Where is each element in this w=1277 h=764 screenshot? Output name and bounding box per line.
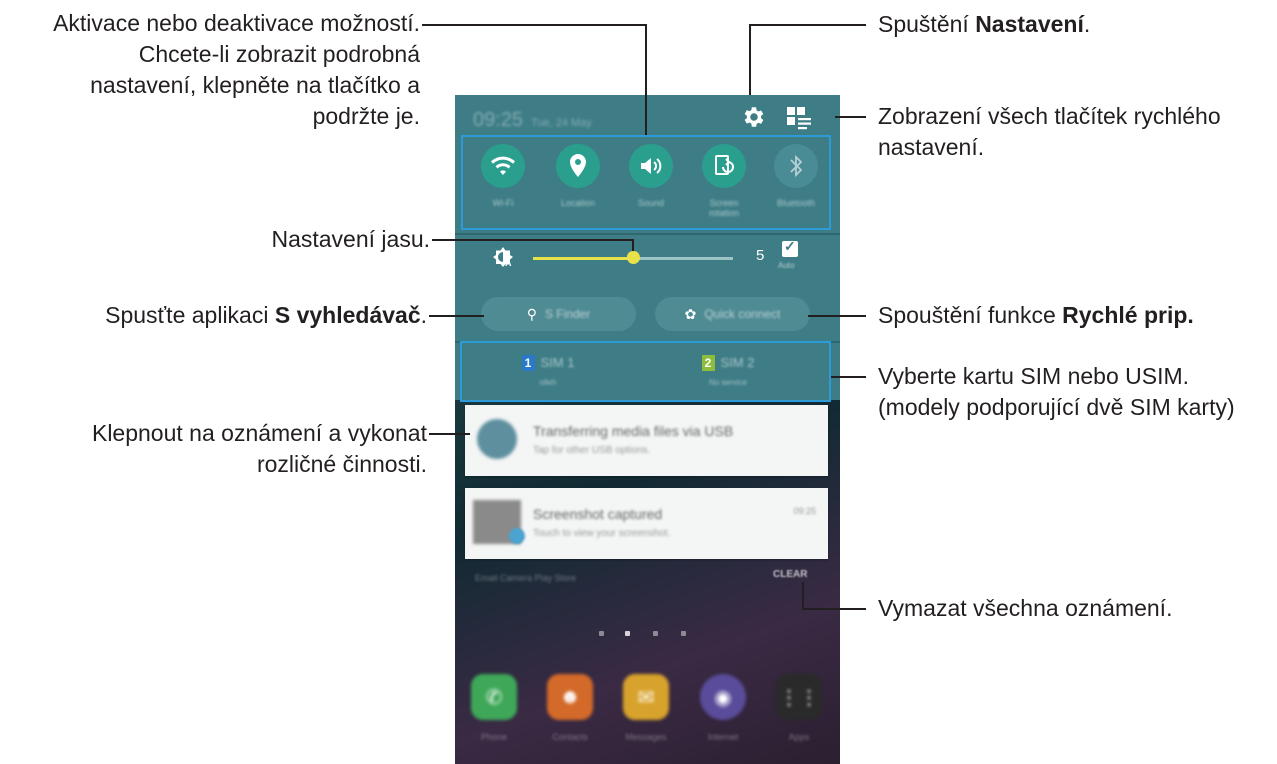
callout-line: Aktivace nebo deaktivace možností. bbox=[53, 10, 420, 36]
apps-icon: ⋮⋮ bbox=[779, 686, 819, 709]
status-date: Tue, 24 May bbox=[531, 117, 592, 129]
callout-line: (modely podporující dvě SIM karty) bbox=[878, 394, 1235, 420]
svg-text:A: A bbox=[505, 258, 512, 268]
contacts-app[interactable]: ☻ bbox=[547, 674, 593, 720]
quick-connect-button[interactable]: ✿ Quick connect bbox=[655, 297, 810, 331]
internet-icon: ◉ bbox=[714, 686, 732, 709]
clear-notifications-button[interactable]: CLEAR bbox=[773, 569, 807, 580]
callout-line: Vyberte kartu SIM nebo USIM. bbox=[878, 363, 1190, 389]
app-label: Phone bbox=[480, 732, 508, 742]
app-dock: ✆ Phone ☻ Contacts ✉ Messages ◉ Internet… bbox=[455, 670, 840, 764]
callout-toggle-options: Aktivace nebo deaktivace možností. Chcet… bbox=[53, 8, 420, 132]
callout-line: nastavení. bbox=[878, 134, 985, 160]
messages-app[interactable]: ✉ bbox=[623, 674, 669, 720]
callout-quick-connect: Spouštění funkce Rychlé prip. bbox=[878, 300, 1194, 331]
s-finder-label: S Finder bbox=[544, 307, 591, 321]
phone-icon: ✆ bbox=[485, 686, 503, 709]
page-indicator bbox=[595, 629, 705, 639]
callout-line: nastavení, klepněte na tlačítko a bbox=[90, 72, 420, 98]
notification-subtitle: Touch to view your screenshot. bbox=[533, 528, 671, 539]
highlight-quick-settings bbox=[461, 135, 831, 230]
callout-prefix: Spouštění funkce bbox=[878, 302, 1063, 328]
callout-suffix: . bbox=[1083, 11, 1091, 37]
callout-bold: Nastavení bbox=[975, 11, 1084, 37]
callout-line: Klepnout na oznámení a vykonat bbox=[91, 420, 427, 446]
callout-settings: Spuštění Nastavení. bbox=[878, 9, 1090, 40]
app-label: Messages bbox=[625, 732, 667, 742]
callout-bold: Rychlé prip. bbox=[1062, 302, 1194, 328]
notification-title: Transferring media files via USB bbox=[533, 423, 734, 439]
callout-line: podržte je. bbox=[312, 103, 420, 129]
callout-prefix: Spusťte aplikaci bbox=[105, 302, 275, 328]
callout-line: rozličné činnosti. bbox=[256, 451, 427, 477]
contacts-icon: ☻ bbox=[559, 685, 581, 708]
notification-title: Screenshot captured bbox=[533, 506, 663, 522]
callout-sim: Vyberte kartu SIM nebo USIM. (modely pod… bbox=[878, 361, 1235, 423]
apps-app[interactable]: ⋮⋮ bbox=[776, 674, 822, 720]
gear-icon[interactable] bbox=[740, 104, 766, 130]
status-time: 09:25 bbox=[473, 109, 524, 131]
home-app-labels: Email Camera Play Store bbox=[475, 573, 577, 583]
app-label: Internet bbox=[707, 732, 739, 742]
brightness-slider-fill bbox=[533, 257, 633, 260]
callout-notification: Klepnout na oznámení a vykonat rozličné … bbox=[92, 418, 427, 480]
phone-app[interactable]: ✆ bbox=[471, 674, 517, 720]
callout-clear: Vymazat všechna oznámení. bbox=[878, 593, 1172, 624]
callout-all-buttons: Zobrazení všech tlačítek rychlého nastav… bbox=[878, 101, 1221, 163]
callout-line: Zobrazení všech tlačítek rychlého bbox=[878, 103, 1221, 129]
callout-brightness: Nastavení jasu. bbox=[271, 224, 430, 255]
screenshot-badge-icon bbox=[509, 528, 525, 544]
app-label: Apps bbox=[788, 732, 810, 742]
notification-screenshot[interactable]: Screenshot captured Touch to view your s… bbox=[465, 488, 828, 559]
auto-brightness-label: Auto bbox=[778, 261, 795, 270]
callout-line: Chcete-li zobrazit podrobná bbox=[138, 41, 420, 67]
auto-brightness-checkbox[interactable]: ✓ bbox=[782, 238, 798, 257]
app-label: Contacts bbox=[552, 732, 588, 742]
callout-s-finder: Spusťte aplikaci S vyhledávač. bbox=[105, 300, 427, 331]
callout-bold: S vyhledávač bbox=[274, 302, 421, 328]
usb-icon bbox=[477, 419, 517, 459]
s-finder-button[interactable]: ⚲ S Finder bbox=[481, 297, 636, 331]
brightness-value: 5 bbox=[756, 247, 765, 264]
internet-app[interactable]: ◉ bbox=[700, 674, 746, 720]
highlight-sim bbox=[460, 341, 831, 402]
quick-connect-label: Quick connect bbox=[704, 307, 781, 321]
quick-connect-icon: ✿ bbox=[684, 305, 697, 322]
notification-usb[interactable]: Transferring media files via USB Tap for… bbox=[465, 405, 828, 476]
callout-suffix: . bbox=[420, 302, 427, 328]
callout-prefix: Spuštění bbox=[878, 11, 976, 37]
quick-settings-grid-icon[interactable] bbox=[786, 105, 814, 131]
auto-brightness-icon[interactable]: A bbox=[491, 245, 515, 269]
brightness-slider-thumb[interactable] bbox=[626, 251, 640, 264]
notification-time: 09:25 bbox=[793, 506, 816, 516]
callout-line: Nastavení jasu. bbox=[271, 226, 430, 252]
notification-subtitle: Tap for other USB options. bbox=[533, 445, 651, 456]
brightness-bar: A 5 ✓ Auto bbox=[455, 235, 840, 290]
status-bar: 09:25 Tue, 24 May bbox=[473, 109, 592, 132]
callout-line: Vymazat všechna oznámení. bbox=[878, 595, 1173, 621]
messages-icon: ✉ bbox=[637, 686, 655, 709]
search-icon: ⚲ bbox=[526, 305, 537, 322]
